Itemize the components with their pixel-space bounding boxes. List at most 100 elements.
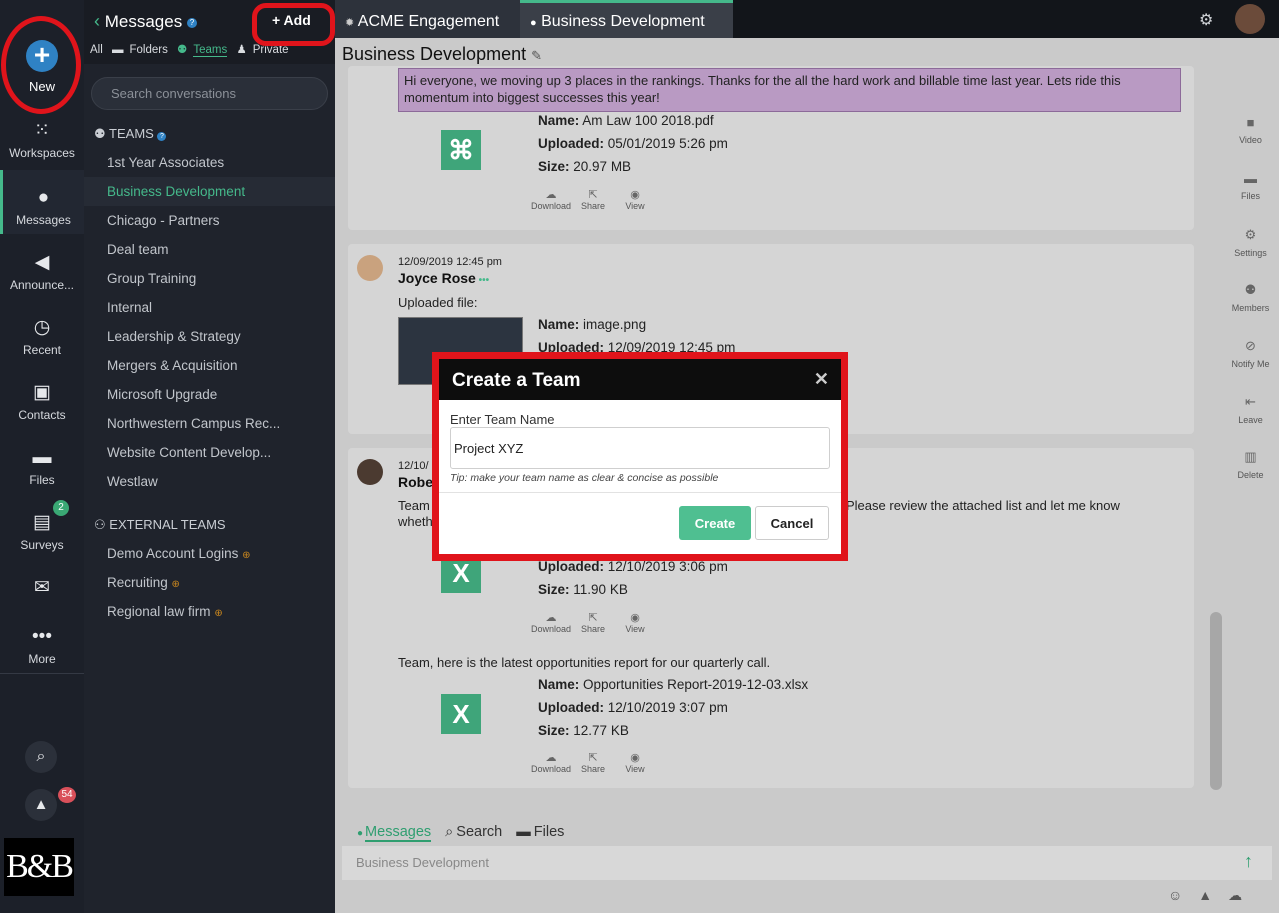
rp-notify-button[interactable]: ⊘ Notify Me: [1222, 338, 1279, 369]
filter-folders[interactable]: Folders: [129, 44, 167, 56]
message-compose-input[interactable]: Business Development: [342, 846, 1272, 880]
user-avatar[interactable]: [1235, 4, 1265, 34]
rp-delete-button[interactable]: ▥ Delete: [1222, 449, 1279, 480]
conversation-title: Business Development ✎: [342, 44, 542, 65]
action-label: View: [625, 624, 645, 634]
external-team-item[interactable]: Demo Account Logins ⊕: [84, 539, 335, 568]
team-item[interactable]: Northwestern Campus Rec...: [84, 409, 335, 438]
chat-small-icon: ●: [530, 17, 537, 29]
team-item[interactable]: Westlaw: [84, 467, 335, 496]
pdf-file-icon[interactable]: ⌘: [441, 130, 481, 170]
rp-files-button[interactable]: ▬ Files: [1222, 171, 1279, 201]
rail-label: Files: [29, 473, 55, 487]
author-name: Joyce Rose: [398, 270, 476, 286]
compose-tab-files[interactable]: Files: [534, 824, 565, 840]
team-item[interactable]: Deal team: [84, 235, 335, 264]
close-icon[interactable]: ✕: [814, 369, 829, 390]
alert-icon[interactable]: ▲: [25, 789, 57, 821]
view-button[interactable]: ◉ View: [614, 751, 656, 774]
tab-business-development[interactable]: ● Business Development: [520, 0, 733, 38]
teams-heading-label: TEAMS: [109, 126, 154, 141]
view-button[interactable]: ◉ View: [614, 611, 656, 634]
cloud-upload-icon[interactable]: ☁: [1228, 887, 1258, 903]
rail-label: Messages: [16, 213, 71, 227]
back-chevron-icon[interactable]: ‹: [94, 11, 100, 31]
search-icon[interactable]: ⌕: [25, 741, 57, 773]
team-item[interactable]: Website Content Develop...: [84, 438, 335, 467]
excel-file-icon[interactable]: X: [441, 694, 481, 734]
rp-label: Video: [1239, 135, 1262, 145]
rail-item-contacts[interactable]: ▣ Contacts: [0, 382, 84, 444]
sidebar-title: ‹ Messages ?: [94, 11, 197, 32]
warning-icon[interactable]: ▲: [1198, 887, 1228, 903]
more-icon[interactable]: •••: [476, 275, 490, 286]
eye-icon: ◉: [630, 189, 640, 201]
team-item-active[interactable]: Business Development: [84, 177, 335, 206]
value: Am Law 100 2018.pdf: [582, 113, 714, 128]
pinned-message: Hi everyone, we moving up 3 places in th…: [398, 68, 1181, 112]
search-conversations-input[interactable]: Search conversations: [91, 77, 328, 110]
rail-item-email[interactable]: ✉: [0, 577, 84, 607]
create-button[interactable]: Create: [679, 506, 751, 540]
rail-label: Workspaces: [9, 146, 75, 160]
download-button[interactable]: ☁ Download: [530, 611, 572, 634]
rp-settings-button[interactable]: ⚙ Settings: [1222, 227, 1279, 258]
external-team-item[interactable]: Recruiting ⊕: [84, 568, 335, 597]
external-team-item[interactable]: Regional law firm ⊕: [84, 597, 335, 626]
compose-tab-messages[interactable]: Messages: [365, 824, 432, 842]
edit-pencil-icon[interactable]: ✎: [531, 48, 542, 63]
action-label: View: [625, 201, 645, 211]
rail-item-announcements[interactable]: ◀ Announce...: [0, 252, 84, 314]
emoji-icon[interactable]: ☺: [1168, 887, 1198, 903]
rail-item-files[interactable]: ▬ Files: [0, 447, 84, 509]
scrollbar-thumb[interactable]: [1210, 612, 1222, 790]
filter-all[interactable]: All: [90, 44, 103, 56]
compose-tab-search[interactable]: Search: [456, 824, 502, 840]
tab-acme-engagement[interactable]: ✹ ACME Engagement: [335, 0, 520, 38]
external-teams-icon: ⚇: [94, 517, 106, 532]
download-button[interactable]: ☁ Download: [530, 188, 572, 211]
gear-icon[interactable]: ⚙: [1199, 10, 1213, 30]
message-author[interactable]: Robe: [398, 474, 433, 490]
share-button[interactable]: ⇱ Share: [572, 751, 614, 774]
cloud-download-icon: ☁: [545, 189, 557, 201]
help-icon[interactable]: ?: [186, 17, 197, 28]
message-timestamp: 12/09/2019 12:45 pm: [398, 256, 502, 268]
team-item[interactable]: Group Training: [84, 264, 335, 293]
share-button[interactable]: ⇱ Share: [572, 611, 614, 634]
team-item[interactable]: Internal: [84, 293, 335, 322]
rail-item-recent[interactable]: ◷ Recent: [0, 317, 84, 379]
external-heading-label: EXTERNAL TEAMS: [109, 517, 226, 532]
compose-tabs: ● Messages ⌕ Search ▬ Files: [357, 824, 574, 842]
rail-item-messages[interactable]: ● Messages: [0, 170, 84, 234]
filter-teams[interactable]: Teams: [193, 44, 228, 57]
firm-logo: B&B: [4, 838, 74, 896]
conversation-title-text: Business Development: [342, 44, 527, 64]
download-button[interactable]: ☁ Download: [530, 751, 572, 774]
rp-members-button[interactable]: ⚉ Members: [1222, 282, 1279, 313]
team-item[interactable]: Microsoft Upgrade: [84, 380, 335, 409]
share-button[interactable]: ⇱ Share: [572, 188, 614, 211]
folder-icon: ▬: [1244, 171, 1257, 186]
rp-video-button[interactable]: ■ Video: [1222, 115, 1279, 145]
file-name: Name: Am Law 100 2018.pdf: [538, 113, 714, 128]
message-author[interactable]: Joyce Rose •••: [398, 270, 489, 286]
help-icon[interactable]: ?: [157, 132, 167, 141]
rp-leave-button[interactable]: ⇤ Leave: [1222, 394, 1279, 425]
team-item[interactable]: Chicago - Partners: [84, 206, 335, 235]
team-name-input[interactable]: [450, 427, 830, 469]
cancel-button[interactable]: Cancel: [755, 506, 829, 540]
label: Size:: [538, 582, 570, 597]
team-item[interactable]: 1st Year Associates: [84, 148, 335, 177]
file-uploaded: Uploaded: 12/10/2019 3:06 pm: [538, 559, 728, 574]
team-item[interactable]: Leadership & Strategy: [84, 322, 335, 351]
send-arrow-icon[interactable]: ↑: [1244, 851, 1253, 872]
message-text: Please review the attached list and let …: [846, 498, 1120, 513]
rp-label: Members: [1231, 303, 1270, 313]
rail-item-surveys[interactable]: ▤ Surveys: [0, 512, 84, 574]
rail-item-more[interactable]: ••• More: [0, 626, 84, 688]
view-button[interactable]: ◉ View: [614, 188, 656, 211]
value: 12/10/2019 3:07 pm: [607, 700, 728, 715]
chat-icon: ●: [37, 187, 50, 208]
team-item[interactable]: Mergers & Acquisition: [84, 351, 335, 380]
